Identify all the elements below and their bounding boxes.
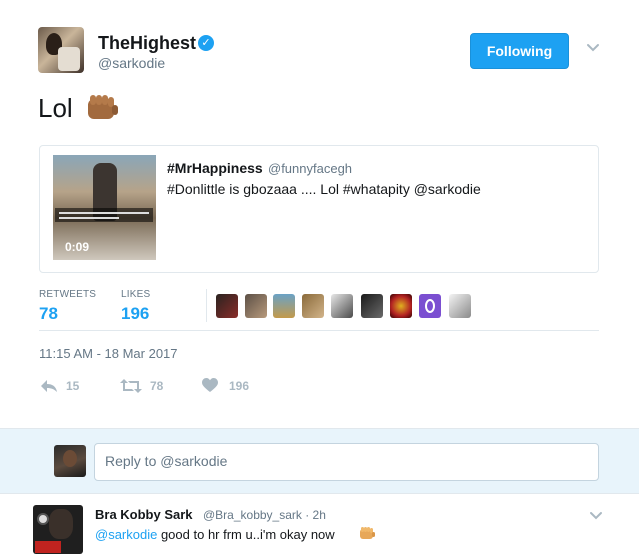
quoted-author-name[interactable]: #MrHappiness	[167, 160, 263, 176]
liker-avatar[interactable]	[361, 294, 383, 318]
liker-avatar[interactable]	[216, 294, 238, 318]
liker-avatar[interactable]	[302, 294, 324, 318]
reply-author-handle[interactable]: @Bra_kobby_sark · 2h	[203, 508, 326, 522]
liker-avatar[interactable]	[245, 294, 267, 318]
liker-avatar[interactable]	[449, 294, 471, 318]
reply-mention-link[interactable]: @sarkodie	[95, 527, 157, 542]
liker-avatar[interactable]	[419, 294, 441, 318]
liker-avatar[interactable]	[390, 294, 412, 318]
liker-avatar[interactable]	[273, 294, 295, 318]
tweet-stats: RETWEETS 78 LIKES 196	[39, 289, 599, 331]
main-tweet: TheHighest ✓ @sarkodie Following Lol 0:0…	[0, 0, 639, 428]
like-count: 196	[229, 379, 250, 393]
current-user-avatar	[54, 445, 86, 477]
retweet-action[interactable]: 78	[120, 378, 170, 394]
chevron-down-icon[interactable]	[589, 508, 603, 522]
video-thumbnail[interactable]: 0:09	[53, 155, 156, 260]
retweets-count[interactable]: 78	[39, 304, 58, 324]
likes-count[interactable]: 196	[121, 304, 149, 324]
fist-bump-emoji	[360, 527, 375, 539]
quoted-tweet-text: #Donlittle is gbozaaa .... Lol #whatapit…	[167, 181, 481, 197]
quoted-tweet[interactable]: 0:09 #MrHappiness @funnyfacegh #Donlittl…	[39, 145, 599, 273]
tweet-text: Lol	[38, 93, 73, 123]
liker-avatar[interactable]	[331, 294, 353, 318]
reply-author-name[interactable]: Bra Kobby Sark	[95, 507, 193, 522]
retweet-icon	[120, 379, 142, 393]
reply-count: 15	[66, 379, 80, 393]
quoted-author-handle[interactable]: @funnyfacegh	[268, 161, 352, 176]
reply-composer: Reply to @sarkodie	[0, 428, 639, 494]
tweet-timestamp[interactable]: 11:15 AM - 18 Mar 2017	[39, 346, 178, 361]
author-avatar[interactable]	[38, 27, 84, 73]
like-action[interactable]: 196	[202, 378, 257, 394]
reply-tweet[interactable]: Bra Kobby Sark @Bra_kobby_sark · 2h @sar…	[0, 495, 639, 554]
reply-text-body: good to hr frm u..i'm okay now	[157, 527, 335, 542]
reply-text: @sarkodie good to hr frm u..i'm okay now	[95, 527, 335, 542]
retweets-label: RETWEETS	[39, 289, 97, 300]
author-handle[interactable]: @sarkodie	[98, 55, 165, 71]
reply-author-avatar[interactable]	[33, 505, 83, 554]
retweet-count: 78	[150, 379, 164, 393]
video-duration: 0:09	[65, 240, 90, 254]
chevron-down-icon[interactable]	[586, 40, 600, 54]
author-name[interactable]: TheHighest	[98, 33, 196, 54]
likes-label: LIKES	[121, 289, 151, 300]
reply-action[interactable]: 15	[40, 378, 90, 394]
fist-bump-emoji	[88, 95, 118, 119]
reply-icon	[41, 380, 57, 392]
following-button[interactable]: Following	[470, 33, 569, 69]
reply-input[interactable]: Reply to @sarkodie	[94, 443, 599, 481]
heart-icon	[202, 378, 218, 392]
stats-divider	[206, 289, 207, 322]
verified-badge-icon: ✓	[198, 35, 214, 51]
